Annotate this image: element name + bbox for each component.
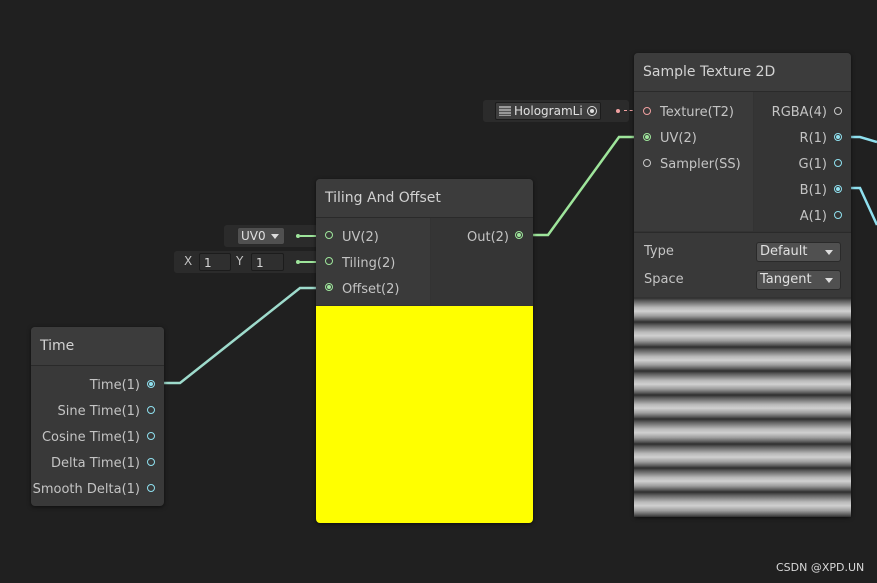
tiling-offset-node-title[interactable]: Tiling And Offset: [316, 179, 533, 217]
cosine-time-output-port[interactable]: [147, 432, 155, 440]
tiling-x-input[interactable]: 1: [199, 253, 231, 271]
smooth-delta-output-label: Smooth Delta(1): [32, 482, 140, 497]
time-output-label: Time(1): [89, 378, 140, 393]
out-output-port[interactable]: [515, 231, 523, 239]
dropdown-arrow-icon: [825, 278, 833, 283]
delta-time-output-label: Delta Time(1): [50, 456, 140, 471]
sample-texture-node-title[interactable]: Sample Texture 2D: [634, 53, 851, 91]
space-dropdown[interactable]: Tangent: [756, 270, 841, 290]
texture-asset-name: HologramLi: [514, 104, 583, 118]
r-output-port[interactable]: [834, 133, 842, 141]
sample-texture-preview: [634, 298, 851, 517]
texture-asset-pill: HologramLi: [483, 100, 629, 122]
space-label: Space: [644, 272, 684, 287]
smooth-delta-output-port[interactable]: [147, 484, 155, 492]
dropdown-arrow-icon: [825, 250, 833, 255]
offset-input-port[interactable]: [325, 283, 333, 291]
rgba-output-label: RGBA(4): [771, 105, 827, 120]
a-output-port[interactable]: [834, 211, 842, 219]
dropdown-arrow-icon: [271, 234, 279, 239]
uv-input-label-sample: UV(2): [660, 131, 697, 146]
type-label: Type: [644, 244, 674, 259]
tiling-x-label: X: [184, 254, 193, 268]
a-output-label: A(1): [799, 209, 827, 224]
object-picker-icon[interactable]: [584, 103, 600, 119]
time-node-title[interactable]: Time: [31, 327, 164, 365]
time-output-port[interactable]: [147, 380, 155, 388]
tiling-input-label: Tiling(2): [342, 256, 396, 271]
tiling-xy-pill: X 1 Y 1: [174, 251, 318, 273]
time-node[interactable]: Time Time(1) Sine Time(1) Cosine Time(1)…: [31, 327, 164, 506]
type-dropdown[interactable]: Default: [756, 242, 841, 262]
uv-channel-value: UV0: [241, 229, 266, 243]
offset-input-label: Offset(2): [342, 282, 400, 297]
g-output-port[interactable]: [834, 159, 842, 167]
b-output-port[interactable]: [834, 185, 842, 193]
uv-input-port-sample[interactable]: [643, 133, 651, 141]
sine-time-output-label: Sine Time(1): [57, 404, 140, 419]
texture-connector-dot: [616, 109, 620, 113]
b-output-label: B(1): [799, 183, 827, 198]
texture-input-label: Texture(T2): [660, 105, 734, 120]
tiling-y-label: Y: [236, 254, 244, 268]
texture-asset-field[interactable]: HologramLi: [495, 102, 601, 120]
uv-input-port[interactable]: [325, 231, 333, 239]
tiling-offset-node[interactable]: Tiling And Offset UV(2) Tiling(2) Offset…: [316, 179, 533, 523]
rgba-output-port[interactable]: [834, 107, 842, 115]
type-value: Default: [760, 244, 808, 259]
sampler-input-port[interactable]: [643, 159, 651, 167]
watermark: CSDN @XPD.UN: [776, 561, 865, 574]
wire-out-to-uv: [523, 135, 648, 237]
out-output-label: Out(2): [467, 230, 509, 245]
wire-time-to-offset: [156, 286, 326, 385]
tiling-y-input[interactable]: 1: [251, 253, 284, 271]
delta-time-output-port[interactable]: [147, 458, 155, 466]
uv-input-label: UV(2): [342, 230, 379, 245]
texture-input-port[interactable]: [643, 107, 651, 115]
tiling-preview: [316, 306, 533, 523]
texture-icon: [499, 106, 511, 116]
uv-channel-dropdown[interactable]: UV0: [237, 227, 285, 245]
tiling-input-port[interactable]: [325, 257, 333, 265]
g-output-label: G(1): [798, 157, 828, 172]
sine-time-output-port[interactable]: [147, 406, 155, 414]
space-value: Tangent: [760, 272, 812, 287]
r-output-label: R(1): [799, 131, 827, 146]
cosine-time-output-label: Cosine Time(1): [41, 430, 140, 445]
sampler-input-label: Sampler(SS): [660, 157, 741, 172]
